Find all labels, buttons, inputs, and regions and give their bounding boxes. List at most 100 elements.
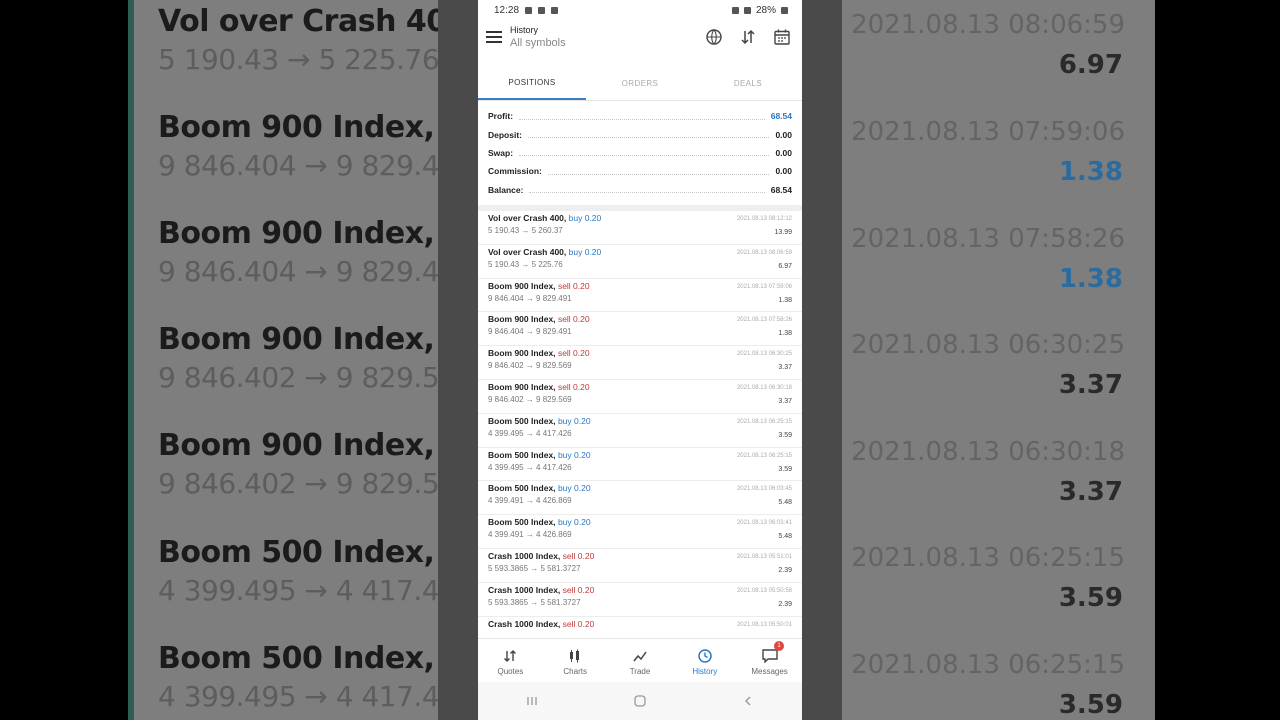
background-accent-bar — [128, 0, 134, 720]
nav-trade[interactable]: Trade — [608, 639, 673, 683]
background-deal-symbol: Boom 500 Index, — [158, 535, 435, 570]
deal-time: 2021.08.13 08:12:12 — [736, 215, 792, 222]
symbol-filter[interactable]: All symbols — [510, 37, 704, 49]
nav-label: Quotes — [497, 666, 524, 676]
deal-symbol: Crash 1000 Index, — [488, 618, 561, 629]
background-deal-time: 2021.08.13 07:58:26 — [851, 224, 1125, 254]
deal-side: sell 0.20 — [557, 314, 590, 325]
deal-prices: 4 399.491 → 4 426.869 — [488, 530, 572, 540]
deal-side: buy 0.20 — [557, 483, 591, 494]
tab-orders[interactable]: ORDERS — [586, 66, 694, 100]
deal-symbol: Boom 900 Index, — [488, 381, 556, 392]
nav-label: History — [692, 666, 718, 676]
deal-time: 2021.08.13 05:50:58 — [736, 587, 792, 594]
history-icon — [697, 647, 713, 665]
background-deal-time: 2021.08.13 07:59:06 — [851, 117, 1125, 147]
battery-icon — [781, 6, 788, 14]
background-deal-time: 2021.08.13 06:30:18 — [851, 437, 1125, 467]
nav-messages[interactable]: 1 Messages — [737, 639, 802, 683]
calendar-icon[interactable] — [772, 27, 792, 47]
deal-symbol: Crash 1000 Index, — [488, 584, 561, 595]
bottom-navigation: Quotes Charts Trade History 1 Messages — [478, 638, 802, 683]
deal-symbol: Boom 900 Index, — [488, 314, 556, 325]
tab-deals[interactable]: DEALS — [694, 66, 802, 100]
deal-prices: 9 846.404 → 9 829.491 — [488, 327, 572, 337]
deal-time: 2021.08.13 08:06:59 — [736, 249, 792, 256]
phone-screen: 12:28 28% History All symbols POSITIONS … — [478, 0, 802, 720]
deal-row[interactable]: Vol over Crash 400, buy 0.20 5 190.43 → 5… — [478, 211, 802, 245]
deal-prices: 5 190.43 → 5 260.37 — [488, 225, 563, 235]
background-deal-title: Boom 900 Index, sell — [158, 428, 438, 463]
deal-prices: 4 399.495 → 4 417.426 — [488, 428, 572, 438]
deal-symbol: Crash 1000 Index, — [488, 550, 561, 561]
recent-apps-button[interactable] — [512, 686, 552, 716]
background-deal-row: Boom 900 Index, sell 9 846.404 → 9 829.4 — [158, 216, 438, 288]
background-deal-profit: 1.38 — [1058, 264, 1123, 294]
back-button[interactable] — [728, 686, 768, 716]
deal-prices: 5 593.3865 → 5 581.3727 — [488, 597, 581, 607]
background-deal-symbol: Boom 900 Index, — [158, 110, 435, 145]
summary-profit-row: Profit: 68.54 — [488, 107, 792, 125]
background-deal-row: Boom 900 Index, sell 9 846.402 → 9 829.5 — [158, 428, 438, 500]
deal-row[interactable]: Boom 500 Index, buy 0.20 4 399.491 → 4 42… — [478, 481, 802, 516]
summary-deposit-value: 0.00 — [775, 129, 792, 140]
background-shade-left — [438, 0, 478, 720]
globe-icon[interactable] — [704, 27, 724, 47]
menu-icon[interactable] — [486, 31, 502, 43]
summary-label: Deposit: — [488, 129, 522, 140]
deal-symbol: Boom 900 Index, — [488, 280, 556, 291]
deal-symbol: Boom 500 Index, — [488, 449, 556, 460]
background-deal-profit: 3.37 — [1058, 370, 1123, 400]
sort-icon[interactable] — [738, 27, 758, 47]
deal-profit: 5.48 — [778, 533, 792, 541]
deal-profit: 2.39 — [778, 600, 792, 608]
background-deal-time: 2021.08.13 06:25:15 — [851, 650, 1125, 680]
deal-symbol: Boom 500 Index, — [488, 517, 556, 528]
deal-side: sell 0.20 — [562, 618, 595, 629]
deal-row[interactable]: Boom 500 Index, buy 0.20 4 399.495 → 4 41… — [478, 448, 802, 482]
deal-side: sell 0.20 — [557, 348, 590, 359]
background-deal-row: Vol over Crash 400, b 5 190.43 → 5 225.76 — [158, 4, 438, 76]
deal-row[interactable]: Boom 900 Index, sell 0.20 9 846.404 → 9 8… — [478, 279, 802, 313]
deal-row[interactable]: Boom 500 Index, buy 0.20 4 399.491 → 4 42… — [478, 515, 802, 549]
background-deal-prices: 9 846.402 → 9 829.5 — [158, 361, 438, 394]
charts-icon — [568, 647, 582, 665]
nav-charts[interactable]: Charts — [543, 639, 608, 683]
deal-row[interactable]: Boom 900 Index, sell 0.20 9 846.404 → 9 8… — [478, 312, 802, 347]
deal-row[interactable]: Boom 900 Index, sell 0.20 9 846.402 → 9 8… — [478, 346, 802, 380]
home-button[interactable] — [620, 686, 660, 716]
deal-time: 2021.08.13 06:25:15 — [736, 418, 792, 425]
quotes-icon — [503, 647, 517, 665]
nav-history[interactable]: History — [672, 639, 737, 683]
signal-icon — [743, 6, 751, 14]
deal-time: 2021.08.13 05:51:01 — [736, 553, 792, 560]
app-bar: History All symbols — [478, 20, 802, 54]
summary-commission-row: Commission: 0.00 — [488, 162, 792, 180]
nav-quotes[interactable]: Quotes — [478, 639, 543, 683]
tab-positions[interactable]: POSITIONS — [478, 66, 586, 100]
deal-side: sell 0.20 — [557, 280, 590, 291]
background-deal-profit: 6.97 — [1058, 50, 1123, 80]
deal-side: buy 0.20 — [568, 212, 602, 223]
background-deal-time: 2021.08.13 06:25:15 — [851, 543, 1125, 573]
background-deal-prices: 4 399.495 → 4 417.4 — [158, 574, 438, 607]
deal-row[interactable]: Boom 900 Index, sell 0.20 9 846.402 → 9 8… — [478, 380, 802, 414]
page-title: History — [510, 25, 539, 35]
summary-label: Commission: — [488, 166, 542, 177]
deal-side: buy 0.20 — [557, 449, 591, 460]
nav-label: Charts — [563, 666, 587, 676]
summary-swap-row: Swap: 0.00 — [488, 144, 792, 162]
deal-row[interactable]: Crash 1000 Index, sell 0.20 5 593.3865 → … — [478, 549, 802, 583]
background-deal-profit: 3.37 — [1058, 477, 1123, 507]
notification-icon — [525, 6, 533, 14]
deal-row[interactable]: Crash 1000 Index, sell 0.20 5 593.3865 → … — [478, 583, 802, 617]
deal-row[interactable]: Boom 500 Index, buy 0.20 4 399.495 → 4 41… — [478, 414, 802, 448]
background-deal-row: Boom 500 Index, buy 4 399.495 → 4 417.4 — [158, 641, 438, 713]
background-deal-profit: 1.38 — [1058, 157, 1123, 187]
deal-row[interactable]: Vol over Crash 400, buy 0.20 5 190.43 → 5… — [478, 245, 802, 279]
deal-symbol: Vol over Crash 400, — [488, 246, 567, 257]
deal-profit: 3.59 — [778, 431, 792, 439]
account-summary: Profit: 68.54 Deposit: 0.00 Swap: 0.00 C… — [478, 101, 802, 211]
deal-side: sell 0.20 — [562, 550, 595, 561]
background-left-panel: Vol over Crash 400, b 5 190.43 → 5 225.76… — [128, 0, 438, 720]
